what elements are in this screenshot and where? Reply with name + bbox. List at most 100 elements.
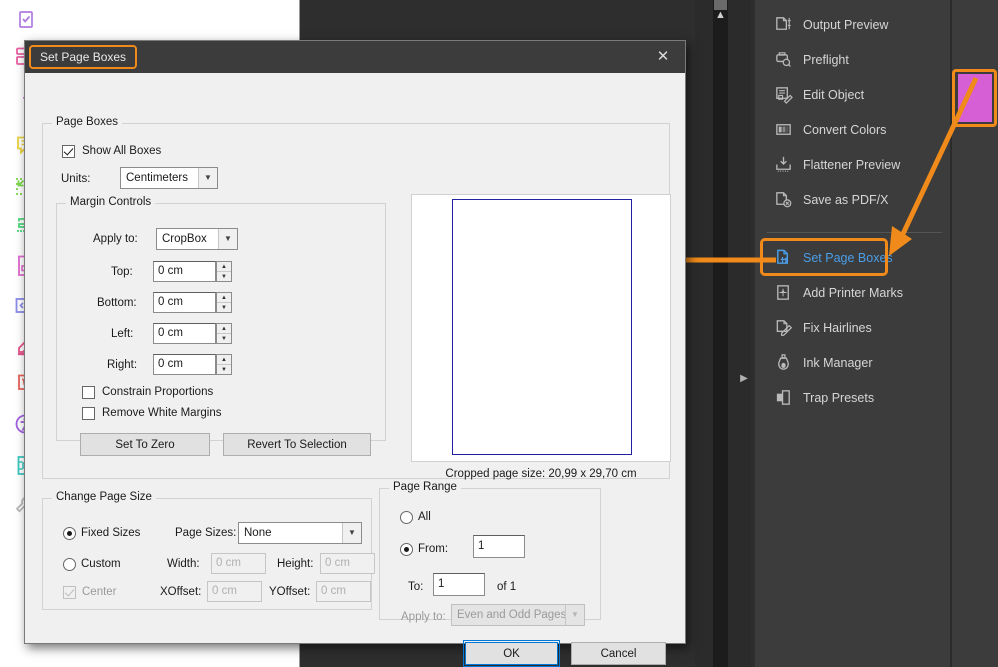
fixed-sizes-label: Fixed Sizes	[81, 527, 140, 539]
yoffset-input[interactable]: 0 cm	[316, 581, 371, 602]
change-page-size-group-title: Change Page Size	[52, 491, 156, 503]
apply-to-select[interactable]: CropBox ▼	[156, 228, 238, 250]
from-page-radio[interactable]	[400, 543, 413, 556]
page-range-apply-to-label: Apply to:	[401, 611, 446, 623]
tool-item-edit-object[interactable]: Edit Object	[763, 78, 943, 111]
bottom-margin-stepper[interactable]: ▲▼	[216, 292, 232, 313]
margin-controls-group-title: Margin Controls	[66, 196, 155, 208]
tool-item-set-page-boxes[interactable]: Set Page Boxes	[763, 241, 943, 274]
tool-item-flattener-preview[interactable]: Flattener Preview	[763, 148, 943, 181]
scroll-up-chevron-icon[interactable]: ▲	[714, 8, 727, 22]
show-all-boxes-checkbox[interactable]	[62, 145, 75, 158]
icon-rail-edge	[950, 0, 952, 667]
center-checkbox[interactable]	[63, 586, 76, 599]
revert-to-selection-button[interactable]: Revert To Selection	[223, 433, 371, 456]
cropped-page-size-label: Cropped page size: 20,99 x 29,70 cm	[411, 468, 671, 480]
set-to-zero-button[interactable]: Set To Zero	[80, 433, 210, 456]
cancel-button[interactable]: Cancel	[571, 642, 666, 665]
stepper-up-icon[interactable]: ▲	[217, 293, 231, 303]
xoffset-input[interactable]: 0 cm	[207, 581, 262, 602]
show-all-boxes-label: Show All Boxes	[82, 145, 161, 157]
from-page-input[interactable]: 1	[473, 535, 525, 558]
from-page-label: From:	[418, 543, 448, 555]
panel-collapse-arrow-icon[interactable]: ▶	[738, 372, 750, 386]
right-margin-stepper[interactable]: ▲▼	[216, 354, 232, 375]
tool-label: Ink Manager	[803, 356, 872, 370]
vertical-scrollbar[interactable]	[713, 0, 728, 667]
to-page-input[interactable]: 1	[433, 573, 485, 596]
custom-radio[interactable]	[63, 558, 76, 571]
fixed-sizes-radio[interactable]	[63, 527, 76, 540]
tool-item-fix-hairlines[interactable]: Fix Hairlines	[763, 311, 943, 344]
width-label: Width:	[167, 558, 200, 570]
bottom-margin-label: Bottom:	[97, 297, 137, 309]
constrain-proportions-checkbox[interactable]	[82, 386, 95, 399]
tool-label: Edit Object	[803, 88, 864, 102]
tool-label: Convert Colors	[803, 123, 886, 137]
tool-label: Set Page Boxes	[803, 251, 893, 265]
page-preview-cropbox	[452, 199, 632, 455]
stepper-down-icon[interactable]: ▼	[217, 365, 231, 374]
top-margin-stepper[interactable]: ▲▼	[216, 261, 232, 282]
of-pages-label: of 1	[497, 581, 516, 593]
stepper-up-icon[interactable]: ▲	[217, 324, 231, 334]
top-margin-input[interactable]: 0 cm	[153, 261, 216, 282]
height-input[interactable]: 0 cm	[320, 553, 375, 574]
units-label: Units:	[61, 173, 90, 185]
right-margin-label: Right:	[107, 359, 137, 371]
bottom-margin-input[interactable]: 0 cm	[153, 292, 216, 313]
left-margin-stepper[interactable]: ▲▼	[216, 323, 232, 344]
remove-white-margins-checkbox[interactable]	[82, 407, 95, 420]
remove-white-margins-label: Remove White Margins	[102, 407, 222, 419]
page-preview	[411, 194, 671, 462]
top-margin-label: Top:	[111, 266, 133, 278]
ink-manager-icon	[773, 353, 793, 373]
flattener-preview-icon	[773, 155, 793, 175]
stepper-down-icon[interactable]: ▼	[217, 272, 231, 281]
dialog-titlebar[interactable]: Set Page Boxes ✕	[25, 41, 685, 73]
tool-label: Save as PDF/X	[803, 193, 888, 207]
tool-item-ink-manager[interactable]: Ink Manager	[763, 346, 943, 379]
print-production-rail-highlight	[958, 74, 992, 122]
units-select[interactable]: Centimeters ▼	[120, 167, 218, 189]
tool-item-convert-colors[interactable]: Convert Colors	[763, 113, 943, 146]
tool-label: Trap Presets	[803, 391, 874, 405]
tools-panel-separator	[767, 232, 942, 233]
stepper-up-icon[interactable]: ▲	[217, 355, 231, 365]
left-margin-input[interactable]: 0 cm	[153, 323, 216, 344]
stepper-up-icon[interactable]: ▲	[217, 262, 231, 272]
page-sizes-select[interactable]: None ▼	[238, 522, 362, 544]
save-as-pdfx-icon	[773, 190, 793, 210]
set-page-boxes-icon	[773, 248, 793, 268]
chevron-down-icon[interactable]: ▼	[565, 605, 584, 625]
left-margin-label: Left:	[111, 328, 133, 340]
units-value: Centimeters	[126, 172, 188, 184]
center-label: Center	[82, 586, 117, 598]
close-icon[interactable]: ✕	[649, 45, 677, 69]
chevron-down-icon[interactable]: ▼	[198, 168, 217, 188]
page-range-apply-to-select[interactable]: Even and Odd Pages ▼	[451, 604, 585, 626]
tool-item-preflight[interactable]: Preflight	[763, 43, 943, 76]
page-range-apply-to-value: Even and Odd Pages	[457, 609, 566, 621]
stepper-down-icon[interactable]: ▼	[217, 334, 231, 343]
tool-item-output-preview[interactable]: Output Preview	[763, 8, 943, 41]
chevron-down-icon[interactable]: ▼	[342, 523, 361, 543]
tool-item-add-printer-marks[interactable]: Add Printer Marks	[763, 276, 943, 309]
dialog-title: Set Page Boxes	[29, 45, 137, 69]
preflight-icon	[773, 50, 793, 70]
fill-and-sign-icon[interactable]	[12, 6, 40, 34]
yoffset-label: YOffset:	[269, 586, 310, 598]
stepper-down-icon[interactable]: ▼	[217, 303, 231, 312]
tool-item-save-as-pdfx[interactable]: Save as PDF/X	[763, 183, 943, 216]
width-input[interactable]: 0 cm	[211, 553, 266, 574]
ok-button[interactable]: OK	[465, 642, 558, 665]
tool-label: Preflight	[803, 53, 849, 67]
all-pages-radio[interactable]	[400, 511, 413, 524]
tool-item-trap-presets[interactable]: Trap Presets	[763, 381, 943, 414]
page-sizes-value: None	[244, 527, 272, 539]
right-margin-input[interactable]: 0 cm	[153, 354, 216, 375]
custom-label: Custom	[81, 558, 121, 570]
convert-colors-icon	[773, 120, 793, 140]
chevron-down-icon[interactable]: ▼	[218, 229, 237, 249]
height-label: Height:	[277, 558, 313, 570]
